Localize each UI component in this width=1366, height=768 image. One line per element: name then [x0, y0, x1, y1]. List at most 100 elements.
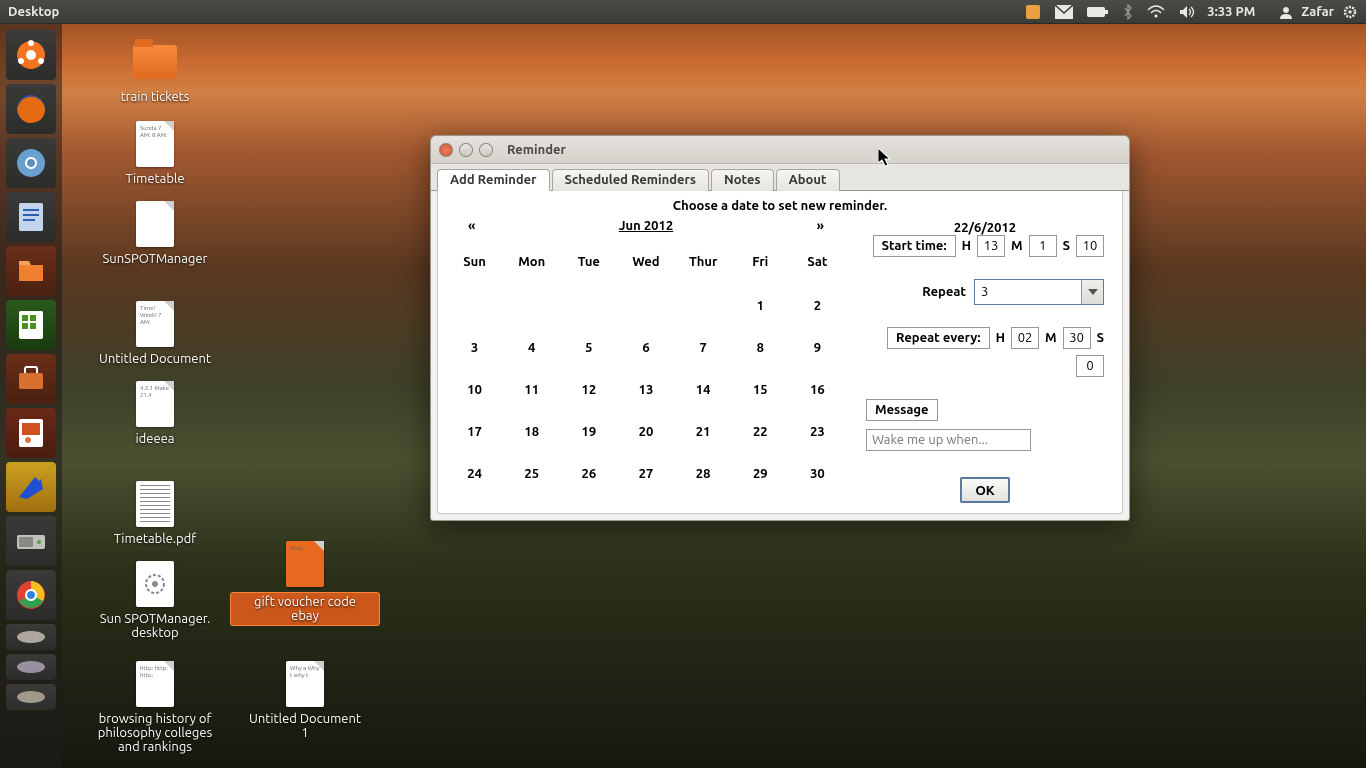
calendar-day-empty: [675, 285, 732, 327]
calendar-day-18[interactable]: 18: [503, 411, 560, 453]
launcher-stack-3[interactable]: [6, 684, 56, 710]
calendar-day-7[interactable]: 7: [675, 327, 732, 369]
calendar-day-19[interactable]: 19: [560, 411, 617, 453]
repeat-min-input[interactable]: [1063, 327, 1091, 349]
launcher-writer[interactable]: [6, 192, 56, 242]
top-panel: Desktop 3:33 PM Zafar: [0, 0, 1366, 24]
message-input[interactable]: [866, 429, 1031, 451]
bluetooth-icon[interactable]: [1123, 4, 1133, 20]
calendar-title[interactable]: Jun 2012: [619, 219, 673, 233]
desktop-icon-ideeea[interactable]: 4.2.1 Make 21.4ideeea: [80, 380, 230, 446]
calendar-day-1[interactable]: 1: [732, 285, 789, 327]
calendar-day-20[interactable]: 20: [617, 411, 674, 453]
desktop-icon-gift-voucher-code-ebay[interactable]: ebaygift voucher code ebay: [230, 540, 380, 626]
gear-icon[interactable]: [1342, 4, 1358, 20]
s-label: S: [1063, 239, 1070, 253]
window-close-button[interactable]: [439, 143, 453, 157]
calendar-day-21[interactable]: 21: [675, 411, 732, 453]
tab-about[interactable]: About: [776, 169, 840, 191]
window-minimize-button[interactable]: [459, 143, 473, 157]
window-maximize-button[interactable]: [479, 143, 493, 157]
calendar-day-23[interactable]: 23: [789, 411, 846, 453]
launcher-drive[interactable]: [6, 516, 56, 566]
desktop-icon-train-tickets[interactable]: train tickets: [80, 38, 230, 104]
battery-icon[interactable]: [1087, 6, 1109, 18]
mail-icon[interactable]: [1055, 5, 1073, 19]
desktop-icon-sunspotmanager[interactable]: SunSPOTManager: [80, 200, 230, 266]
launcher-firefox[interactable]: [6, 84, 56, 134]
calendar-next[interactable]: »: [809, 219, 832, 233]
wifi-icon[interactable]: [1147, 5, 1165, 19]
desktop-menu-label[interactable]: Desktop: [8, 5, 59, 19]
message-row: Message: [866, 399, 1104, 451]
launcher-stack-1[interactable]: [6, 624, 56, 650]
weekday-wed: Wed: [617, 247, 674, 285]
repeat-select[interactable]: 3: [974, 279, 1104, 305]
calendar-day-29[interactable]: 29: [732, 453, 789, 495]
desktop-icon-timetable-pdf[interactable]: Timetable.pdf: [80, 480, 230, 546]
user-name[interactable]: Zafar: [1301, 5, 1334, 19]
desktop-icon-untitled-document[interactable]: Time! Week! 7 AM:Untitled Document: [80, 300, 230, 366]
calendar-day-empty: [617, 285, 674, 327]
desktop-icon-browsing-history-of-philosophy-colleges-and-rankings[interactable]: http: http: http:browsing history of phi…: [80, 660, 230, 754]
calendar-day-3[interactable]: 3: [446, 327, 503, 369]
icon-label: Sun SPOTManager. desktop: [80, 612, 230, 640]
calendar-day-28[interactable]: 28: [675, 453, 732, 495]
calendar-day-30[interactable]: 30: [789, 453, 846, 495]
calendar-day-16[interactable]: 16: [789, 369, 846, 411]
launcher-app[interactable]: [6, 462, 56, 512]
calendar-day-5[interactable]: 5: [560, 327, 617, 369]
launcher-dash[interactable]: [6, 30, 56, 80]
icon-label: ideeea: [80, 432, 230, 446]
start-time-label: Start time:: [873, 235, 956, 257]
launcher-calc[interactable]: [6, 300, 56, 350]
ok-button[interactable]: OK: [960, 477, 1010, 503]
calendar-day-24[interactable]: 24: [446, 453, 503, 495]
launcher-impress[interactable]: [6, 408, 56, 458]
launcher-chromium[interactable]: [6, 138, 56, 188]
launcher-stack-2[interactable]: [6, 654, 56, 680]
launcher-chrome[interactable]: [6, 570, 56, 620]
calendar-day-2[interactable]: 2: [789, 285, 846, 327]
weekday-thur: Thur: [675, 247, 732, 285]
calendar-day-9[interactable]: 9: [789, 327, 846, 369]
calendar-day-4[interactable]: 4: [503, 327, 560, 369]
calendar-day-8[interactable]: 8: [732, 327, 789, 369]
launcher-software[interactable]: [6, 354, 56, 404]
calendar-day-6[interactable]: 6: [617, 327, 674, 369]
calendar-day-22[interactable]: 22: [732, 411, 789, 453]
clock-text[interactable]: 3:33 PM: [1207, 5, 1255, 19]
calendar-day-12[interactable]: 12: [560, 369, 617, 411]
desktop-icon-timetable[interactable]: Sunda 7 AM: 8 AM:Timetable: [80, 120, 230, 186]
volume-icon[interactable]: [1179, 5, 1197, 19]
tab-notes[interactable]: Notes: [711, 169, 774, 191]
calendar-day-17[interactable]: 17: [446, 411, 503, 453]
app-indicator-icon[interactable]: [1025, 4, 1041, 20]
calendar-day-15[interactable]: 15: [732, 369, 789, 411]
launcher-files[interactable]: [6, 246, 56, 296]
tab-scheduled-reminders[interactable]: Scheduled Reminders: [552, 169, 710, 191]
weekday-fri: Fri: [732, 247, 789, 285]
repeat-sec-input[interactable]: [1076, 355, 1104, 377]
desktop-icon-untitled-document-1[interactable]: Why a Why t why tUntitled Document 1: [230, 660, 380, 740]
user-icon[interactable]: [1279, 5, 1293, 19]
repeat-hour-input[interactable]: [1011, 327, 1039, 349]
calendar-day-26[interactable]: 26: [560, 453, 617, 495]
tab-add-reminder[interactable]: Add Reminder: [437, 169, 550, 191]
start-time-row: Start time: H M S: [866, 235, 1104, 257]
calendar-day-14[interactable]: 14: [675, 369, 732, 411]
calendar-day-10[interactable]: 10: [446, 369, 503, 411]
calendar-day-11[interactable]: 11: [503, 369, 560, 411]
calendar-day-empty: [503, 285, 560, 327]
calendar-day-25[interactable]: 25: [503, 453, 560, 495]
start-min-input[interactable]: [1029, 235, 1057, 257]
start-sec-input[interactable]: [1076, 235, 1104, 257]
calendar-day-empty: [560, 285, 617, 327]
calendar-day-13[interactable]: 13: [617, 369, 674, 411]
start-hour-input[interactable]: [977, 235, 1005, 257]
desktop-icon-sun-spotmanager-desktop[interactable]: Sun SPOTManager. desktop: [80, 560, 230, 640]
calendar-prev[interactable]: «: [460, 219, 483, 233]
calendar-day-27[interactable]: 27: [617, 453, 674, 495]
weekday-sat: Sat: [789, 247, 846, 285]
titlebar[interactable]: Reminder: [431, 136, 1129, 164]
